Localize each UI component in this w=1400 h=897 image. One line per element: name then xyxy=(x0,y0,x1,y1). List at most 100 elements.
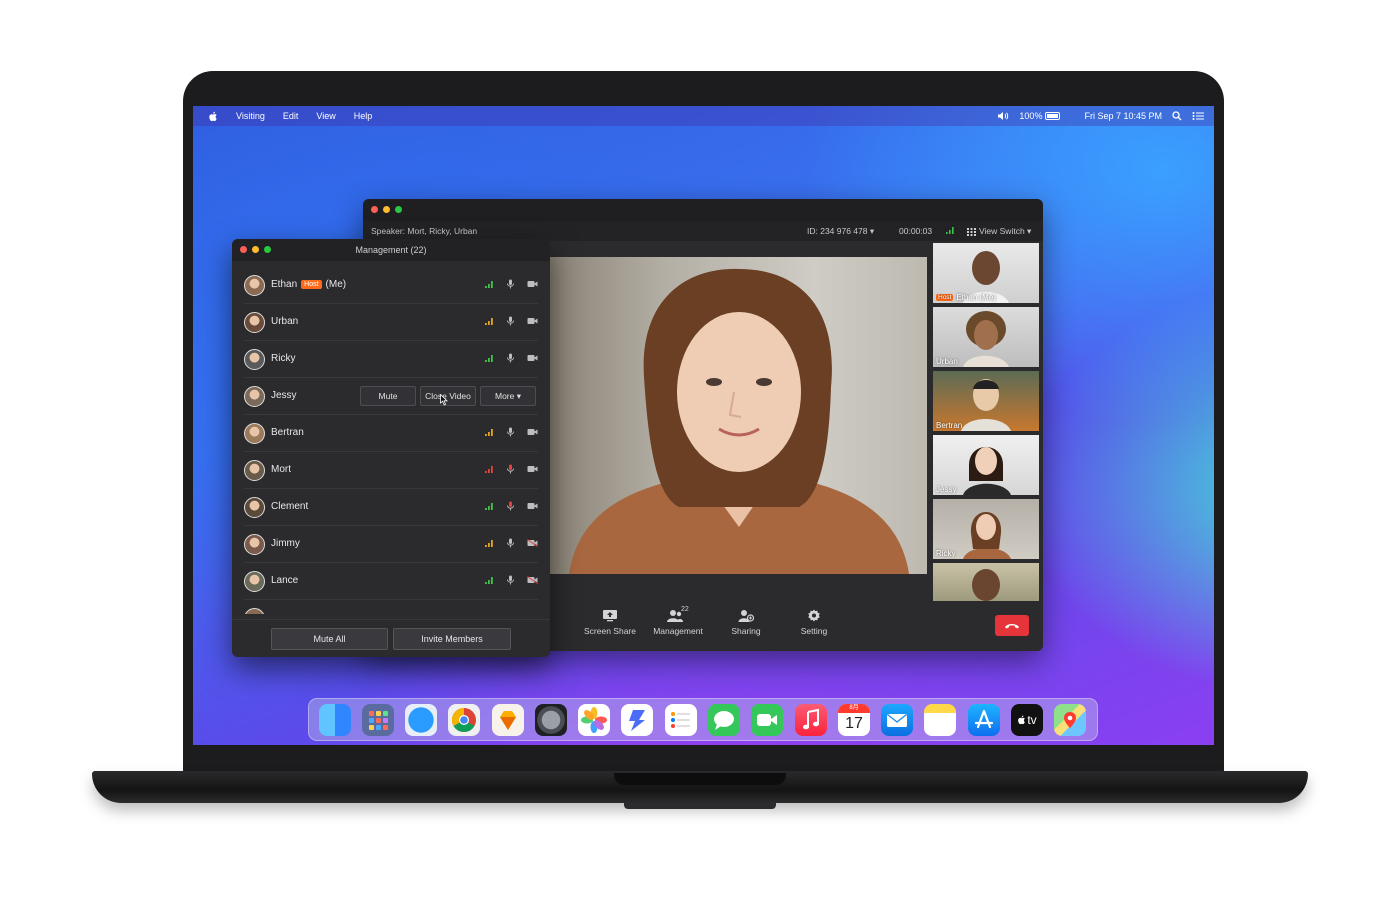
microphone-icon[interactable] xyxy=(506,316,515,326)
participant-row[interactable]: Ethan Host (Me) xyxy=(244,267,538,304)
safari-icon[interactable] xyxy=(405,704,437,736)
apple-tv-icon[interactable]: tv xyxy=(1011,704,1043,736)
participant-name-group: Ricky xyxy=(271,353,295,364)
messages-icon[interactable] xyxy=(708,704,740,736)
chrome-icon[interactable] xyxy=(448,704,480,736)
apple-icon[interactable] xyxy=(208,111,218,122)
screen-share-button[interactable]: Screen Share xyxy=(575,609,645,636)
menubar-clock[interactable]: Fri Sep 7 10:45 PM xyxy=(1084,111,1162,121)
notes-icon[interactable] xyxy=(924,704,956,736)
participant-row[interactable]: Clement xyxy=(244,489,538,526)
participant-name: Jimmy xyxy=(271,538,300,549)
launchpad-icon[interactable] xyxy=(362,704,394,736)
participant-name-group: Lance xyxy=(271,575,298,586)
main-speaker-video[interactable] xyxy=(549,257,927,574)
participant-name-group: Bertran xyxy=(271,427,304,438)
meeting-id-dropdown[interactable]: ID: 234 976 478 ▾ xyxy=(807,226,874,237)
microphone-icon[interactable] xyxy=(506,427,515,437)
mute-participant-button[interactable]: Mute xyxy=(360,386,416,406)
participant-row[interactable]: Ricky xyxy=(244,341,538,378)
system-preferences-icon[interactable] xyxy=(535,704,567,736)
shortcuts-icon[interactable] xyxy=(621,704,653,736)
close-video-button[interactable]: Close Video xyxy=(420,386,476,406)
avatar xyxy=(244,423,265,444)
camera-icon[interactable] xyxy=(527,428,538,436)
close-window-button[interactable] xyxy=(371,206,378,213)
screen-share-label: Screen Share xyxy=(584,626,636,636)
thumbnail-jessy[interactable]: Jessy xyxy=(933,435,1039,495)
signal-strength-icon xyxy=(485,577,493,584)
signal-strength-icon xyxy=(485,281,493,288)
participant-row-partial[interactable] xyxy=(244,600,538,614)
participant-row[interactable]: Jimmy xyxy=(244,526,538,563)
sketch-icon[interactable] xyxy=(492,704,524,736)
sharing-button[interactable]: Sharing xyxy=(711,609,781,636)
microphone-icon[interactable] xyxy=(506,538,515,548)
app-store-icon[interactable] xyxy=(968,704,1000,736)
camera-icon[interactable] xyxy=(527,465,538,473)
zoom-window-button[interactable] xyxy=(395,206,402,213)
view-switch-dropdown[interactable]: View Switch ▾ xyxy=(967,226,1031,237)
participant-name: Bertran xyxy=(271,427,304,438)
participant-name: Lance xyxy=(271,575,299,586)
camera-icon[interactable] xyxy=(527,576,538,584)
thumbnail-bertran[interactable]: Bertran xyxy=(933,371,1039,431)
menu-edit[interactable]: Edit xyxy=(283,111,299,121)
invite-members-button[interactable]: Invite Members xyxy=(393,628,511,650)
minimize-window-button[interactable] xyxy=(383,206,390,213)
setting-button[interactable]: Setting xyxy=(779,609,849,636)
microphone-icon[interactable] xyxy=(506,575,515,585)
mouse-cursor-icon xyxy=(440,394,448,406)
control-center-icon[interactable] xyxy=(1192,111,1204,121)
finder-icon[interactable] xyxy=(319,704,351,736)
microphone-icon[interactable] xyxy=(506,464,515,474)
battery-icon[interactable] xyxy=(1045,112,1061,120)
management-count: 22 xyxy=(681,606,689,613)
thumbnail-urban[interactable]: Urban xyxy=(933,307,1039,367)
volume-icon[interactable] xyxy=(997,111,1009,121)
maps-icon[interactable] xyxy=(1054,704,1086,736)
mail-icon[interactable] xyxy=(881,704,913,736)
thumbnail-ricky[interactable]: Ricky xyxy=(933,499,1039,559)
spotlight-search-icon[interactable] xyxy=(1172,111,1182,121)
active-speakers: Speaker: Mort, Ricky, Urban xyxy=(371,226,478,236)
facetime-icon[interactable] xyxy=(751,704,783,736)
microphone-icon[interactable] xyxy=(506,353,515,363)
more-actions-button[interactable]: More ▾ xyxy=(480,386,536,406)
menu-help[interactable]: Help xyxy=(354,111,373,121)
laptop-notch xyxy=(614,773,786,785)
calendar-icon[interactable]: 8月 17 xyxy=(838,704,870,736)
menu-visiting[interactable]: Visiting xyxy=(236,111,265,121)
camera-icon[interactable] xyxy=(527,317,538,325)
camera-icon[interactable] xyxy=(527,280,538,288)
microphone-icon[interactable] xyxy=(506,501,515,511)
camera-icon[interactable] xyxy=(527,539,538,547)
avatar xyxy=(244,460,265,481)
management-button[interactable]: 22 Management xyxy=(643,606,713,636)
participant-name: Mort xyxy=(271,464,291,475)
signal-strength-icon xyxy=(485,540,493,547)
avatar xyxy=(244,349,265,370)
music-icon[interactable] xyxy=(795,704,827,736)
participant-row[interactable]: Lance xyxy=(244,563,538,600)
screen-share-icon xyxy=(603,610,617,622)
menu-view[interactable]: View xyxy=(316,111,335,121)
microphone-icon[interactable] xyxy=(506,279,515,289)
camera-icon[interactable] xyxy=(527,502,538,510)
camera-icon[interactable] xyxy=(527,354,538,362)
thumbnail-name: Ethan (Me) xyxy=(956,293,996,302)
end-call-button[interactable] xyxy=(995,615,1029,636)
laptop-foot xyxy=(624,803,776,809)
photos-icon[interactable] xyxy=(578,704,610,736)
avatar xyxy=(244,312,265,333)
participant-row[interactable]: Jessy Mute Close Video More ▾ xyxy=(244,378,538,415)
participant-row[interactable]: Urban xyxy=(244,304,538,341)
participant-name: Clement xyxy=(271,501,309,512)
thumbnail-ethan[interactable]: Host Ethan (Me) xyxy=(933,243,1039,303)
thumbnail-participant[interactable] xyxy=(933,563,1039,601)
mute-all-button[interactable]: Mute All xyxy=(271,628,388,650)
participant-name: Jessy xyxy=(271,390,297,401)
reminders-icon[interactable] xyxy=(665,704,697,736)
participant-row[interactable]: Mort xyxy=(244,452,538,489)
participant-row[interactable]: Bertran xyxy=(244,415,538,452)
